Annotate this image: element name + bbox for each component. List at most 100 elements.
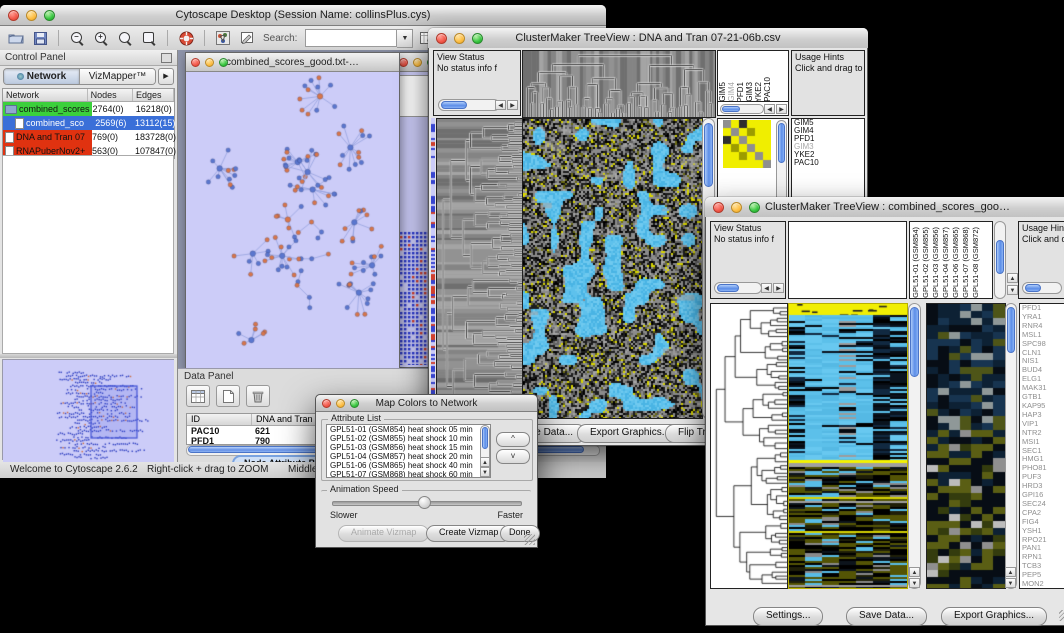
- column-label[interactable]: GPL51-07 (GSM868): [962, 227, 970, 298]
- column-header-edges[interactable]: Edges: [133, 89, 174, 101]
- birdseye-canvas[interactable]: [3, 360, 174, 470]
- attribute-list-item[interactable]: GPL51-01 (GSM854) heat shock 05 min: [327, 425, 490, 434]
- gene-label[interactable]: MON2: [1020, 580, 1064, 589]
- zoom-button[interactable]: [350, 399, 359, 408]
- scroll-up-arrow[interactable]: ▲: [1007, 273, 1018, 283]
- annotation-icon[interactable]: [237, 29, 257, 48]
- zoom-button[interactable]: [44, 10, 55, 21]
- tab-vizmapper[interactable]: VizMapper™: [79, 69, 155, 84]
- minimize-button[interactable]: [26, 10, 37, 21]
- zoom-selected-icon[interactable]: [139, 29, 159, 48]
- network-row-combined-scores[interactable]: combined_scores 2764(0) 16218(0): [3, 102, 174, 116]
- minimize-button[interactable]: [454, 33, 465, 44]
- more-tabs-button[interactable]: ▶: [158, 68, 174, 85]
- zoom-heatmap-canvas[interactable]: [723, 120, 771, 168]
- resize-grip[interactable]: [524, 534, 535, 545]
- minimize-button[interactable]: [205, 58, 214, 67]
- save-data-button[interactable]: Save Data...: [846, 607, 927, 626]
- attribute-list-item[interactable]: GPL51-03 (GSM856) heat shock 15 min: [327, 443, 490, 452]
- network-row-combined-sco-selected[interactable]: combined_sco 2569(6) 13112(15): [3, 116, 174, 130]
- network-row-dna-tran[interactable]: DNA and Tran 07 769(0) 183728(0): [3, 130, 174, 144]
- title-bar[interactable]: Cytoscape Desktop (Session Name: collins…: [0, 5, 606, 26]
- title-bar[interactable]: combined_scores_good.txt--cluste...: [186, 53, 399, 72]
- scroll-down-arrow[interactable]: ▼: [1007, 285, 1018, 295]
- scroll-right-arrow[interactable]: ▶: [773, 283, 784, 293]
- scroll-right-arrow[interactable]: ▶: [507, 100, 518, 110]
- zoom-vscrollbar[interactable]: [1005, 303, 1017, 589]
- speed-slider-thumb[interactable]: [418, 496, 431, 509]
- export-graphics-button[interactable]: Export Graphics...: [941, 607, 1047, 626]
- title-bar[interactable]: ClusterMaker TreeView : DNA and Tran 07-…: [428, 28, 868, 49]
- labels-vscrollbar[interactable]: [994, 221, 1006, 299]
- close-button[interactable]: [399, 58, 408, 67]
- minimize-button[interactable]: [731, 202, 742, 213]
- column-header-id[interactable]: ID: [187, 414, 252, 425]
- move-down-button[interactable]: v: [496, 449, 530, 464]
- hints-hscrollbar[interactable]: [1022, 282, 1062, 294]
- save-icon[interactable]: [30, 29, 50, 48]
- delete-attribute-trash-icon[interactable]: [246, 385, 270, 407]
- minimize-button[interactable]: [413, 58, 422, 67]
- help-lifering-icon[interactable]: [176, 29, 196, 48]
- zoom-fit-icon[interactable]: [115, 29, 135, 48]
- network-graph-canvas[interactable]: [186, 72, 397, 368]
- birdseye-view[interactable]: [2, 359, 174, 460]
- network-overview-icon[interactable]: [213, 29, 233, 48]
- search-dropdown-button[interactable]: ▼: [397, 29, 413, 48]
- row-dendrogram-canvas[interactable]: [437, 119, 523, 418]
- column-label[interactable]: GPL51-08 (GSM872): [972, 227, 980, 298]
- float-panel-icon[interactable]: [161, 53, 172, 63]
- status-hscrollbar[interactable]: [714, 282, 762, 294]
- scroll-up-arrow[interactable]: ▲: [480, 457, 490, 467]
- close-button[interactable]: [322, 399, 331, 408]
- column-label[interactable]: YKE2: [755, 82, 763, 102]
- column-label[interactable]: GIM3: [746, 82, 754, 102]
- column-dendrogram-canvas[interactable]: [523, 51, 715, 117]
- scroll-left-arrow[interactable]: ◀: [495, 100, 506, 110]
- scroll-up-arrow[interactable]: ▲: [909, 567, 920, 577]
- search-input[interactable]: [305, 29, 397, 47]
- settings-button[interactable]: Settings...: [753, 607, 823, 626]
- scroll-down-arrow[interactable]: ▼: [480, 467, 490, 477]
- zoom-in-icon[interactable]: +: [91, 29, 111, 48]
- create-vizmap-button[interactable]: Create Vizmap: [426, 525, 511, 542]
- close-button[interactable]: [8, 10, 19, 21]
- column-label[interactable]: PAC10: [764, 77, 772, 102]
- gene-label[interactable]: PAC10: [792, 159, 864, 167]
- zoom-button[interactable]: [749, 202, 760, 213]
- status-hscrollbar[interactable]: [438, 99, 500, 111]
- zoom-button[interactable]: [219, 58, 228, 67]
- title-bar[interactable]: Map Colors to Network: [316, 395, 537, 412]
- zoom-out-icon[interactable]: –: [67, 29, 87, 48]
- new-attribute-icon[interactable]: [216, 385, 240, 407]
- column-label[interactable]: GPL51-01 (GSM854): [912, 227, 920, 298]
- column-label[interactable]: GPL51-04 (GSM857): [942, 227, 950, 298]
- heatmap-canvas[interactable]: [523, 119, 702, 418]
- attribute-list-item[interactable]: GPL51-06 (GSM865) heat shock 40 min: [327, 461, 490, 470]
- column-header-nodes[interactable]: Nodes: [88, 89, 133, 101]
- title-bar[interactable]: ClusterMaker TreeView : combined_scores_…: [705, 197, 1064, 218]
- row-dendrogram-canvas[interactable]: [711, 304, 787, 588]
- open-folder-icon[interactable]: [6, 29, 26, 48]
- close-button[interactable]: [713, 202, 724, 213]
- scroll-up-arrow[interactable]: ▲: [1005, 567, 1016, 577]
- zoom-heatmap-canvas[interactable]: [927, 304, 1005, 588]
- attribute-listbox[interactable]: GPL51-01 (GSM854) heat shock 05 min GPL51…: [326, 424, 491, 478]
- minimize-button[interactable]: [336, 399, 345, 408]
- labels-hscrollbar[interactable]: [720, 104, 764, 114]
- resize-grip[interactable]: [1059, 610, 1064, 621]
- column-label[interactable]: GPL51-02 (GSM855): [922, 227, 930, 298]
- heatmap-canvas[interactable]: [789, 304, 907, 588]
- column-label[interactable]: PFD1: [737, 82, 745, 102]
- attribute-list-item[interactable]: GPL51-07 (GSM868) heat shock 60 min: [327, 470, 490, 478]
- scroll-down-arrow[interactable]: ▼: [1005, 578, 1016, 588]
- scroll-right-arrow[interactable]: ▶: [776, 104, 787, 114]
- panel-splitter[interactable]: [0, 354, 177, 358]
- scroll-down-arrow[interactable]: ▼: [909, 578, 920, 588]
- column-header-network[interactable]: Network: [3, 89, 88, 101]
- animate-vizmap-button[interactable]: Animate Vizmap: [338, 525, 429, 542]
- column-label[interactable]: GPL51-06 (GSM865): [952, 227, 960, 298]
- move-up-button[interactable]: ^: [496, 432, 530, 447]
- attribute-list-item[interactable]: GPL51-04 (GSM857) heat shock 20 min: [327, 452, 490, 461]
- scroll-left-arrow[interactable]: ◀: [764, 104, 775, 114]
